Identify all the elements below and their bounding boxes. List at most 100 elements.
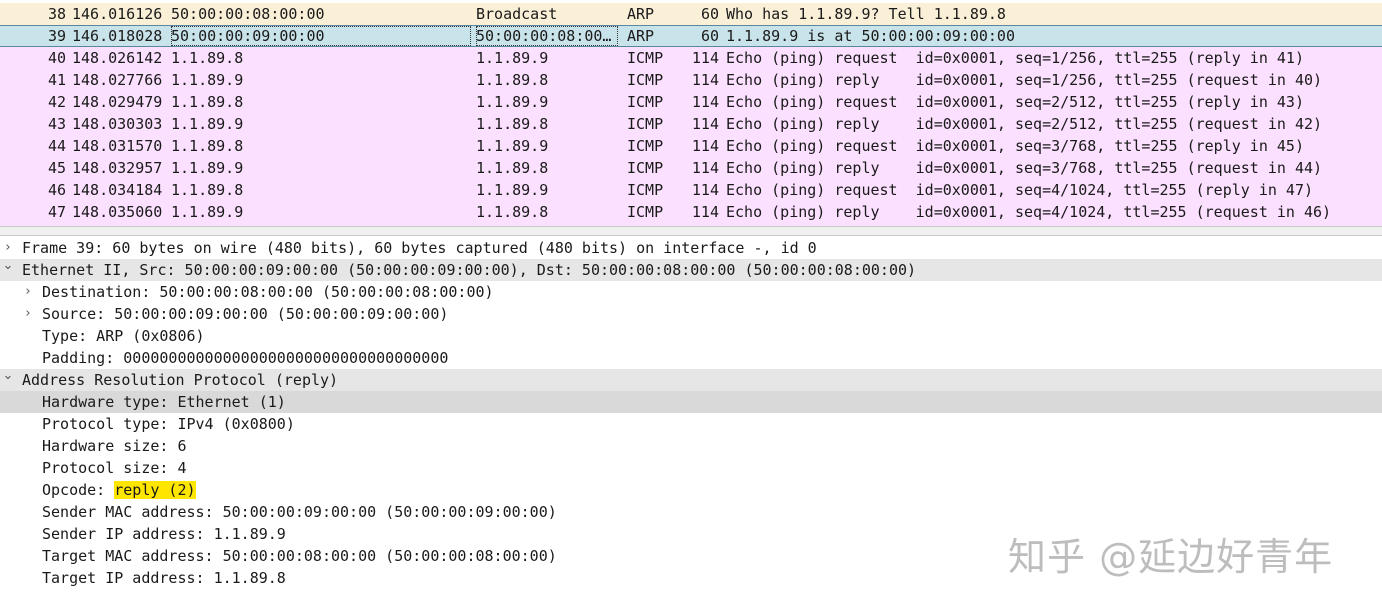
packet-destination: 1.1.89.8 <box>476 71 549 89</box>
packet-row[interactable]: 42 148.029479 1.1.89.8 1.1.89.9 ICMP 114 Echo … <box>0 91 1382 113</box>
detail-text: Destination: 50:00:00:08:00:00 (50:00:00… <box>42 281 494 303</box>
detail-label: Padding: 0000000000000000000000000000000… <box>42 349 449 367</box>
detail-text: Protocol type: IPv4 (0x0800) <box>42 413 295 435</box>
packet-source: 1.1.89.9 <box>171 71 244 89</box>
packet-time: 146.018028 <box>72 27 163 45</box>
packet-info: Who has 1.1.89.9? Tell 1.1.89.8 <box>726 5 1006 23</box>
packet-length: 114 <box>691 137 719 155</box>
packet-source: 1.1.89.9 <box>171 159 244 177</box>
detail-text: Target MAC address: 50:00:00:08:00:00 (5… <box>42 545 557 567</box>
packet-info: Echo (ping) reply id=0x0001, seq=2/512, … <box>726 115 1323 133</box>
chevron-down-icon[interactable]: ⌄ <box>1 255 15 277</box>
packet-protocol: ICMP <box>627 137 664 155</box>
packet-destination: 1.1.89.8 <box>476 115 549 133</box>
packet-source: 50:00:00:08:00:00 <box>171 5 325 23</box>
detail-row[interactable]: Type: ARP (0x0806) <box>0 325 1382 347</box>
packet-source: 1.1.89.8 <box>171 49 244 67</box>
packet-number: 45 <box>47 159 66 177</box>
detail-row[interactable]: ⌄ Ethernet II, Src: 50:00:00:09:00:00 (50… <box>0 258 1382 281</box>
detail-row[interactable]: Protocol type: IPv4 (0x0800) <box>0 413 1382 435</box>
packet-length: 114 <box>691 159 719 177</box>
detail-label: Source: 50:00:00:09:00:00 (50:00:00:09:0… <box>42 305 449 323</box>
packet-destination: Broadcast <box>476 5 558 23</box>
packet-row[interactable]: 41 148.027766 1.1.89.9 1.1.89.8 ICMP 114 Echo … <box>0 69 1382 91</box>
chevron-right-icon[interactable]: › <box>21 303 35 325</box>
detail-text: Opcode: reply (2) <box>42 479 196 501</box>
packet-length: 114 <box>691 71 719 89</box>
detail-label: Target MAC address: 50:00:00:08:00:00 (5… <box>42 547 557 565</box>
packet-info: Echo (ping) request id=0x0001, seq=2/512… <box>726 93 1304 111</box>
detail-text: Target IP address: 1.1.89.8 <box>42 567 286 589</box>
packet-info: Echo (ping) request id=0x0001, seq=4/102… <box>726 181 1313 199</box>
packet-info: 1.1.89.9 is at 50:00:00:09:00:00 <box>726 27 1015 45</box>
detail-row[interactable]: Protocol size: 4 <box>0 457 1382 479</box>
packet-list[interactable]: 38 146.016126 50:00:00:08:00:00 Broadcast AR… <box>0 0 1382 226</box>
packet-destination: 50:00:00:08:00… <box>476 26 618 46</box>
detail-label: Type: ARP (0x0806) <box>42 327 205 345</box>
detail-text: Sender IP address: 1.1.89.9 <box>42 523 286 545</box>
detail-text: Source: 50:00:00:09:00:00 (50:00:00:09:0… <box>42 303 448 325</box>
packet-number: 46 <box>47 181 66 199</box>
watermark: 知乎 @延边好青年 <box>1008 535 1334 579</box>
packet-protocol: ARP <box>627 27 655 45</box>
packet-protocol: ICMP <box>627 49 664 67</box>
detail-label: Sender IP address: 1.1.89.9 <box>42 525 286 543</box>
packet-source: 1.1.89.8 <box>171 181 244 199</box>
chevron-right-icon[interactable]: › <box>21 281 35 303</box>
packet-row[interactable]: 40 148.026142 1.1.89.8 1.1.89.9 ICMP 114 Echo … <box>0 47 1382 69</box>
packet-row[interactable]: 39 146.018028 50:00:00:09:00:00 50:00:00:08… <box>0 25 1382 47</box>
chevron-down-icon[interactable]: ⌄ <box>1 365 15 387</box>
detail-label: Target IP address: 1.1.89.8 <box>42 569 286 587</box>
detail-text: Type: ARP (0x0806) <box>42 325 205 347</box>
packet-row[interactable]: 38 146.016126 50:00:00:08:00:00 Broadcast AR… <box>0 3 1382 25</box>
detail-row[interactable]: ⌄ Address Resolution Protocol (reply) <box>0 368 1382 391</box>
packet-protocol: ARP <box>627 5 655 23</box>
packet-info: Echo (ping) reply id=0x0001, seq=1/256, … <box>726 71 1323 89</box>
packet-time: 148.032957 <box>72 159 163 177</box>
packet-number: 44 <box>47 137 66 155</box>
detail-row[interactable]: › Destination: 50:00:00:08:00:00 (50:00:0… <box>0 281 1382 303</box>
detail-text: Hardware size: 6 <box>42 435 187 457</box>
packet-number: 38 <box>47 5 66 23</box>
detail-label: Hardware type: Ethernet (1) <box>42 393 286 411</box>
detail-text: Protocol size: 4 <box>42 457 187 479</box>
packet-row[interactable]: 45 148.032957 1.1.89.9 1.1.89.8 ICMP 114 Echo … <box>0 157 1382 179</box>
detail-row[interactable]: Padding: 0000000000000000000000000000000… <box>0 347 1382 369</box>
packet-info: Echo (ping) reply id=0x0001, seq=3/768, … <box>726 159 1323 177</box>
packet-number: 42 <box>47 93 66 111</box>
detail-text: Frame 39: 60 bytes on wire (480 bits), 6… <box>22 237 817 259</box>
detail-row[interactable]: Hardware type: Ethernet (1) <box>0 391 1382 413</box>
packet-number: 40 <box>47 49 66 67</box>
packet-row[interactable]: 43 148.030303 1.1.89.9 1.1.89.8 ICMP 114 Echo … <box>0 113 1382 135</box>
detail-row[interactable]: › Frame 39: 60 bytes on wire (480 bits), … <box>0 237 1382 259</box>
packet-info: Echo (ping) request id=0x0001, seq=3/768… <box>726 137 1304 155</box>
detail-text: Ethernet II, Src: 50:00:00:09:00:00 (50:… <box>22 259 916 281</box>
packet-info: Echo (ping) request id=0x0001, seq=1/256… <box>726 49 1304 67</box>
detail-row[interactable]: › Source: 50:00:00:09:00:00 (50:00:00:09:… <box>0 303 1382 325</box>
packet-number: 43 <box>47 115 66 133</box>
packet-length: 114 <box>691 93 719 111</box>
packet-destination: 1.1.89.9 <box>476 49 549 67</box>
packet-protocol: ICMP <box>627 181 664 199</box>
detail-label: Opcode: <box>42 481 115 499</box>
packet-time: 148.034184 <box>72 181 163 199</box>
packet-row[interactable]: 46 148.034184 1.1.89.8 1.1.89.9 ICMP 114 Echo … <box>0 179 1382 201</box>
detail-row[interactable]: Opcode: reply (2) <box>0 479 1382 501</box>
packet-length: 114 <box>691 49 719 67</box>
detail-label: Frame 39: 60 bytes on wire (480 bits), 6… <box>22 239 817 257</box>
detail-text: Address Resolution Protocol (reply) <box>22 369 338 391</box>
packet-row[interactable]: 44 148.031570 1.1.89.8 1.1.89.9 ICMP 114 Echo … <box>0 135 1382 157</box>
detail-label: Sender MAC address: 50:00:00:09:00:00 (5… <box>42 503 557 521</box>
detail-row[interactable]: Hardware size: 6 <box>0 435 1382 457</box>
packet-protocol: ICMP <box>627 71 664 89</box>
packet-destination: 1.1.89.9 <box>476 93 549 111</box>
packet-time: 148.026142 <box>72 49 163 67</box>
detail-row[interactable]: Sender MAC address: 50:00:00:09:00:00 (5… <box>0 501 1382 523</box>
detail-label: Destination: 50:00:00:08:00:00 (50:00:00… <box>42 283 494 301</box>
packet-destination: 1.1.89.9 <box>476 137 549 155</box>
packet-destination: 1.1.89.9 <box>476 181 549 199</box>
packet-protocol: ICMP <box>627 93 664 111</box>
packet-time: 148.029479 <box>72 93 163 111</box>
pane-splitter[interactable] <box>0 226 1382 236</box>
packet-length: 114 <box>691 181 719 199</box>
